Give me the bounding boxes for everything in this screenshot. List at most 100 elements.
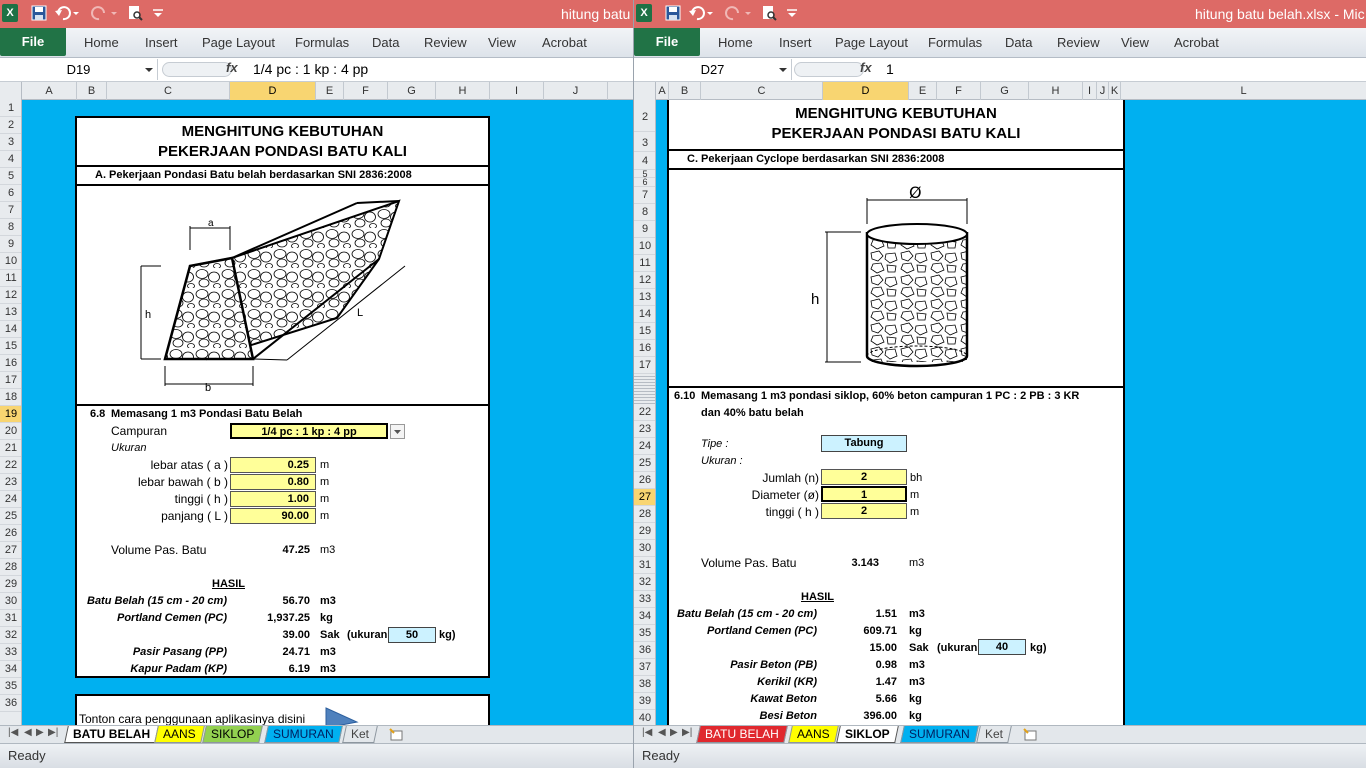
dim-input[interactable]: 1.00	[230, 491, 316, 507]
row-header[interactable]: 10	[0, 253, 21, 270]
select-all-corner[interactable]	[0, 82, 22, 100]
row-header[interactable]: 16	[634, 340, 655, 357]
next-sheet-icon[interactable]: ▶	[670, 727, 678, 738]
dim-input[interactable]: 2	[821, 503, 907, 519]
tab-home[interactable]: Home	[84, 35, 119, 50]
row-header[interactable]: 32	[0, 627, 21, 644]
row-header[interactable]: 17	[634, 357, 655, 374]
sack-size-input[interactable]: 40	[978, 639, 1026, 655]
column-header-k[interactable]: K	[1109, 82, 1121, 100]
formula-input[interactable]: 1/4 pc : 1 kp : 4 pp	[253, 61, 368, 77]
tab-data[interactable]: Data	[372, 35, 399, 50]
column-header-i[interactable]: I	[1083, 82, 1097, 100]
first-sheet-icon[interactable]: |◀	[642, 727, 652, 738]
row-header[interactable]: 7	[0, 202, 21, 219]
row-header[interactable]: 29	[0, 576, 21, 593]
row-header[interactable]: 27	[0, 542, 21, 559]
row-header[interactable]: 8	[634, 204, 655, 221]
row-header[interactable]: 36	[0, 695, 21, 712]
row-header[interactable]: 16	[0, 355, 21, 372]
column-header-c[interactable]: C	[107, 82, 230, 100]
row-header[interactable]: 29	[634, 523, 655, 540]
row-header[interactable]: 4	[0, 151, 21, 168]
column-header-l[interactable]: L	[1121, 82, 1366, 100]
last-sheet-icon[interactable]: ▶|	[682, 727, 692, 738]
undo-icon[interactable]	[54, 4, 72, 22]
row-header[interactable]: 9	[634, 221, 655, 238]
row-header[interactable]: 36	[634, 642, 655, 659]
tab-formulas[interactable]: Formulas	[928, 35, 982, 50]
tab-page-layout[interactable]: Page Layout	[202, 35, 275, 50]
row-header[interactable]: 2	[0, 117, 21, 134]
column-header-j[interactable]: J	[1097, 82, 1109, 100]
row-header[interactable]: 20	[0, 423, 21, 440]
row-header[interactable]: 18	[0, 389, 21, 406]
row-header[interactable]: 13	[0, 304, 21, 321]
row-header[interactable]: 23	[0, 474, 21, 491]
column-header-a[interactable]: A	[656, 82, 669, 100]
redo-dropdown-icon[interactable]	[744, 4, 752, 22]
play-arrow-icon[interactable]	[325, 706, 359, 725]
row-header[interactable]: 12	[0, 287, 21, 304]
dim-input-active[interactable]: 1	[821, 486, 907, 502]
row-header[interactable]: 35	[634, 625, 655, 642]
row-header[interactable]: 34	[0, 661, 21, 678]
row-header[interactable]: 15	[0, 338, 21, 355]
column-header-e[interactable]: E	[316, 82, 344, 100]
dim-input[interactable]: 2	[821, 469, 907, 485]
tab-page-layout[interactable]: Page Layout	[835, 35, 908, 50]
row-header[interactable]: 35	[0, 678, 21, 695]
column-header-b[interactable]: B	[77, 82, 107, 100]
row-header[interactable]: 27	[634, 489, 655, 506]
column-header-f[interactable]: F	[344, 82, 388, 100]
column-header-b[interactable]: B	[669, 82, 701, 100]
print-preview-icon[interactable]	[760, 4, 778, 22]
sheet-tab-sumuran[interactable]: SUMURAN	[900, 726, 979, 743]
row-header[interactable]: 25	[0, 508, 21, 525]
undo-icon[interactable]	[688, 4, 706, 22]
customize-toolbar-icon[interactable]	[152, 4, 164, 22]
row-header[interactable]: 8	[0, 219, 21, 236]
row-header[interactable]: 26	[0, 525, 21, 542]
column-header-i[interactable]: I	[490, 82, 544, 100]
row-header[interactable]: 24	[0, 491, 21, 508]
sack-size-input[interactable]: 50	[388, 627, 436, 643]
row-header[interactable]: 26	[634, 472, 655, 489]
row-header[interactable]: 17	[0, 372, 21, 389]
row-header[interactable]: 22	[0, 457, 21, 474]
redo-icon[interactable]	[724, 4, 742, 22]
row-header[interactable]: 40	[634, 710, 655, 725]
row-header[interactable]: 22	[634, 404, 655, 421]
row-header[interactable]: 3	[634, 134, 655, 152]
row-header[interactable]: 28	[0, 559, 21, 576]
row-header[interactable]: 15	[634, 323, 655, 340]
tab-formulas[interactable]: Formulas	[295, 35, 349, 50]
redo-dropdown-icon[interactable]	[110, 4, 118, 22]
row-header[interactable]: 3	[0, 134, 21, 151]
row-header[interactable]: 11	[0, 270, 21, 287]
row-header[interactable]: 9	[0, 236, 21, 253]
sheet-tab-sumuran[interactable]: SUMURAN	[264, 726, 343, 743]
row-header[interactable]: 13	[634, 289, 655, 306]
campuran-select[interactable]: 1/4 pc : 1 kp : 4 pp	[230, 423, 388, 439]
tab-acrobat[interactable]: Acrobat	[1174, 35, 1219, 50]
row-header[interactable]: 39	[634, 693, 655, 710]
tab-insert[interactable]: Insert	[145, 35, 178, 50]
customize-toolbar-icon[interactable]	[786, 4, 798, 22]
row-header[interactable]: 11	[634, 255, 655, 272]
insert-function-icon[interactable]: fx	[860, 60, 872, 75]
dim-input[interactable]: 0.25	[230, 457, 316, 473]
dim-input[interactable]: 0.80	[230, 474, 316, 490]
tipe-field[interactable]: Tabung	[821, 435, 907, 452]
row-header[interactable]: 21	[0, 440, 21, 457]
name-box[interactable]: D27	[634, 59, 792, 80]
prev-sheet-icon[interactable]: ◀	[658, 727, 666, 738]
row-header[interactable]: 12	[634, 272, 655, 289]
undo-dropdown-icon[interactable]	[72, 4, 80, 22]
sheet-tab-ket[interactable]: Ket	[342, 726, 378, 743]
sheet-tab-siklop[interactable]: SIKLOP	[202, 726, 264, 743]
row-header[interactable]: 10	[634, 238, 655, 255]
column-header-c[interactable]: C	[701, 82, 823, 100]
name-box-dropdown-icon[interactable]	[144, 66, 154, 74]
row-header[interactable]: 7	[634, 187, 655, 204]
